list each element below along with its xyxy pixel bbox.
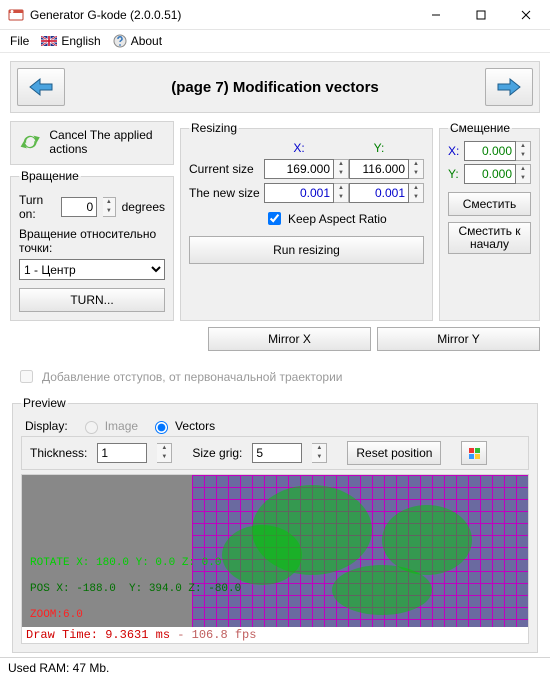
offset-x-spinner[interactable]: ▲▼ bbox=[516, 141, 531, 161]
overlay-rotate: ROTATE X: 180.0 Y: 0.0 Z: 0.0 bbox=[30, 557, 221, 569]
status-usedram: Used RAM: 47 Mb. bbox=[8, 661, 109, 675]
offset-group: Смещение X: ▲▼ Y: ▲▼ Сместить Сместить к… bbox=[439, 121, 540, 321]
new-y-spinner[interactable]: ▲▼ bbox=[409, 183, 424, 203]
new-y-input[interactable] bbox=[349, 183, 409, 203]
reset-position-button[interactable]: Reset position bbox=[347, 441, 441, 465]
thickness-label: Thickness: bbox=[30, 446, 87, 460]
pivot-label: Вращение относительно точки: bbox=[19, 227, 165, 255]
preview-group: Preview Display: Image Vectors Thickness… bbox=[12, 396, 538, 653]
offset-legend: Смещение bbox=[448, 121, 512, 135]
overlay-zoom: ZOOM:6.0 bbox=[30, 609, 83, 621]
color-swatch-button[interactable] bbox=[461, 441, 487, 465]
window-title: Generator G-kode (2.0.0.51) bbox=[30, 8, 413, 22]
app-icon bbox=[8, 7, 24, 23]
rotation-group: Вращение Turn on: ▲▼ degrees Вращение от… bbox=[10, 169, 174, 321]
mirror-x-button[interactable]: Mirror X bbox=[208, 327, 371, 351]
pivot-select[interactable]: 1 - Центр bbox=[19, 259, 165, 280]
page-title: (page 7) Modification vectors bbox=[65, 79, 485, 96]
current-y-input[interactable] bbox=[349, 159, 409, 179]
add-margins-checkbox bbox=[20, 370, 33, 383]
about-icon bbox=[113, 34, 127, 48]
add-margins-row: Добавление отступов, от первоначальной т… bbox=[10, 351, 540, 392]
new-x-input[interactable] bbox=[264, 183, 334, 203]
status-bar: Used RAM: 47 Mb. bbox=[0, 657, 550, 678]
maximize-button[interactable] bbox=[458, 0, 503, 29]
overlay-drawtime: Draw Time: 9.3631 ms - 106.8 fps bbox=[22, 627, 528, 643]
offset-y-label: Y: bbox=[448, 167, 464, 181]
display-vectors-radio[interactable]: Vectors bbox=[150, 418, 215, 434]
menu-bar: File English About bbox=[0, 30, 550, 53]
rotation-angle-spinner[interactable]: ▲▼ bbox=[103, 197, 115, 217]
flag-uk-icon bbox=[41, 36, 57, 46]
keep-aspect-label: Keep Aspect Ratio bbox=[288, 212, 387, 226]
resize-y-label: Y: bbox=[349, 141, 409, 155]
next-page-button[interactable] bbox=[485, 68, 533, 106]
current-x-input[interactable] bbox=[264, 159, 334, 179]
offset-y-spinner[interactable]: ▲▼ bbox=[516, 164, 531, 184]
resizing-group: Resizing X: Y: Current size ▲▼ ▲▼ The ne… bbox=[180, 121, 433, 321]
prev-page-button[interactable] bbox=[17, 68, 65, 106]
preview-canvas[interactable]: ROTATE X: 180.0 Y: 0.0 Z: 0.0 POS X: -18… bbox=[22, 475, 528, 643]
title-bar: Generator G-kode (2.0.0.51) bbox=[0, 0, 550, 30]
shift-button[interactable]: Сместить bbox=[448, 192, 531, 216]
size-grid-label: Size grig: bbox=[192, 446, 242, 460]
new-size-label: The new size bbox=[189, 186, 264, 200]
resizing-legend: Resizing bbox=[189, 121, 239, 135]
keep-aspect-checkbox[interactable] bbox=[268, 212, 281, 225]
cancel-actions-block[interactable]: Cancel The applied actions bbox=[10, 121, 174, 165]
size-grid-input[interactable] bbox=[252, 443, 302, 463]
display-image-radio: Image bbox=[80, 418, 138, 434]
shift-to-origin-button[interactable]: Сместить к началу bbox=[448, 222, 531, 254]
menu-language[interactable]: English bbox=[41, 34, 100, 48]
offset-x-input[interactable] bbox=[464, 141, 516, 161]
overlay-pos: POS X: -188.0 Y: 394.0 Z: -80.0 bbox=[30, 583, 241, 595]
offset-x-label: X: bbox=[448, 144, 464, 158]
rotation-legend: Вращение bbox=[19, 169, 81, 183]
current-y-spinner[interactable]: ▲▼ bbox=[409, 159, 424, 179]
size-grid-spinner[interactable]: ▲▼ bbox=[312, 443, 327, 463]
arrow-right-icon bbox=[494, 75, 524, 99]
display-label: Display: bbox=[25, 419, 68, 433]
minimize-button[interactable] bbox=[413, 0, 458, 29]
resize-x-label: X: bbox=[264, 141, 334, 155]
menu-file[interactable]: File bbox=[10, 34, 29, 48]
current-x-spinner[interactable]: ▲▼ bbox=[334, 159, 349, 179]
thickness-input[interactable] bbox=[97, 443, 147, 463]
vector-grid-area bbox=[192, 475, 528, 627]
degrees-label: degrees bbox=[122, 200, 165, 214]
page-navigation: (page 7) Modification vectors bbox=[10, 61, 540, 113]
run-resizing-button[interactable]: Run resizing bbox=[189, 236, 424, 264]
refresh-icon bbox=[19, 130, 41, 154]
add-margins-label: Добавление отступов, от первоначальной т… bbox=[42, 370, 343, 384]
new-x-spinner[interactable]: ▲▼ bbox=[334, 183, 349, 203]
thickness-spinner[interactable]: ▲▼ bbox=[157, 443, 172, 463]
turn-button[interactable]: TURN... bbox=[19, 288, 165, 312]
close-button[interactable] bbox=[503, 0, 548, 29]
turn-on-label: Turn on: bbox=[19, 193, 55, 221]
current-size-label: Current size bbox=[189, 162, 264, 176]
offset-y-input[interactable] bbox=[464, 164, 516, 184]
arrow-left-icon bbox=[26, 75, 56, 99]
rotation-angle-input[interactable] bbox=[61, 197, 97, 217]
preview-legend: Preview bbox=[21, 396, 68, 410]
mirror-y-button[interactable]: Mirror Y bbox=[377, 327, 540, 351]
palette-icon bbox=[469, 448, 480, 459]
cancel-actions-label: Cancel The applied actions bbox=[49, 128, 165, 156]
menu-about[interactable]: About bbox=[113, 34, 162, 48]
